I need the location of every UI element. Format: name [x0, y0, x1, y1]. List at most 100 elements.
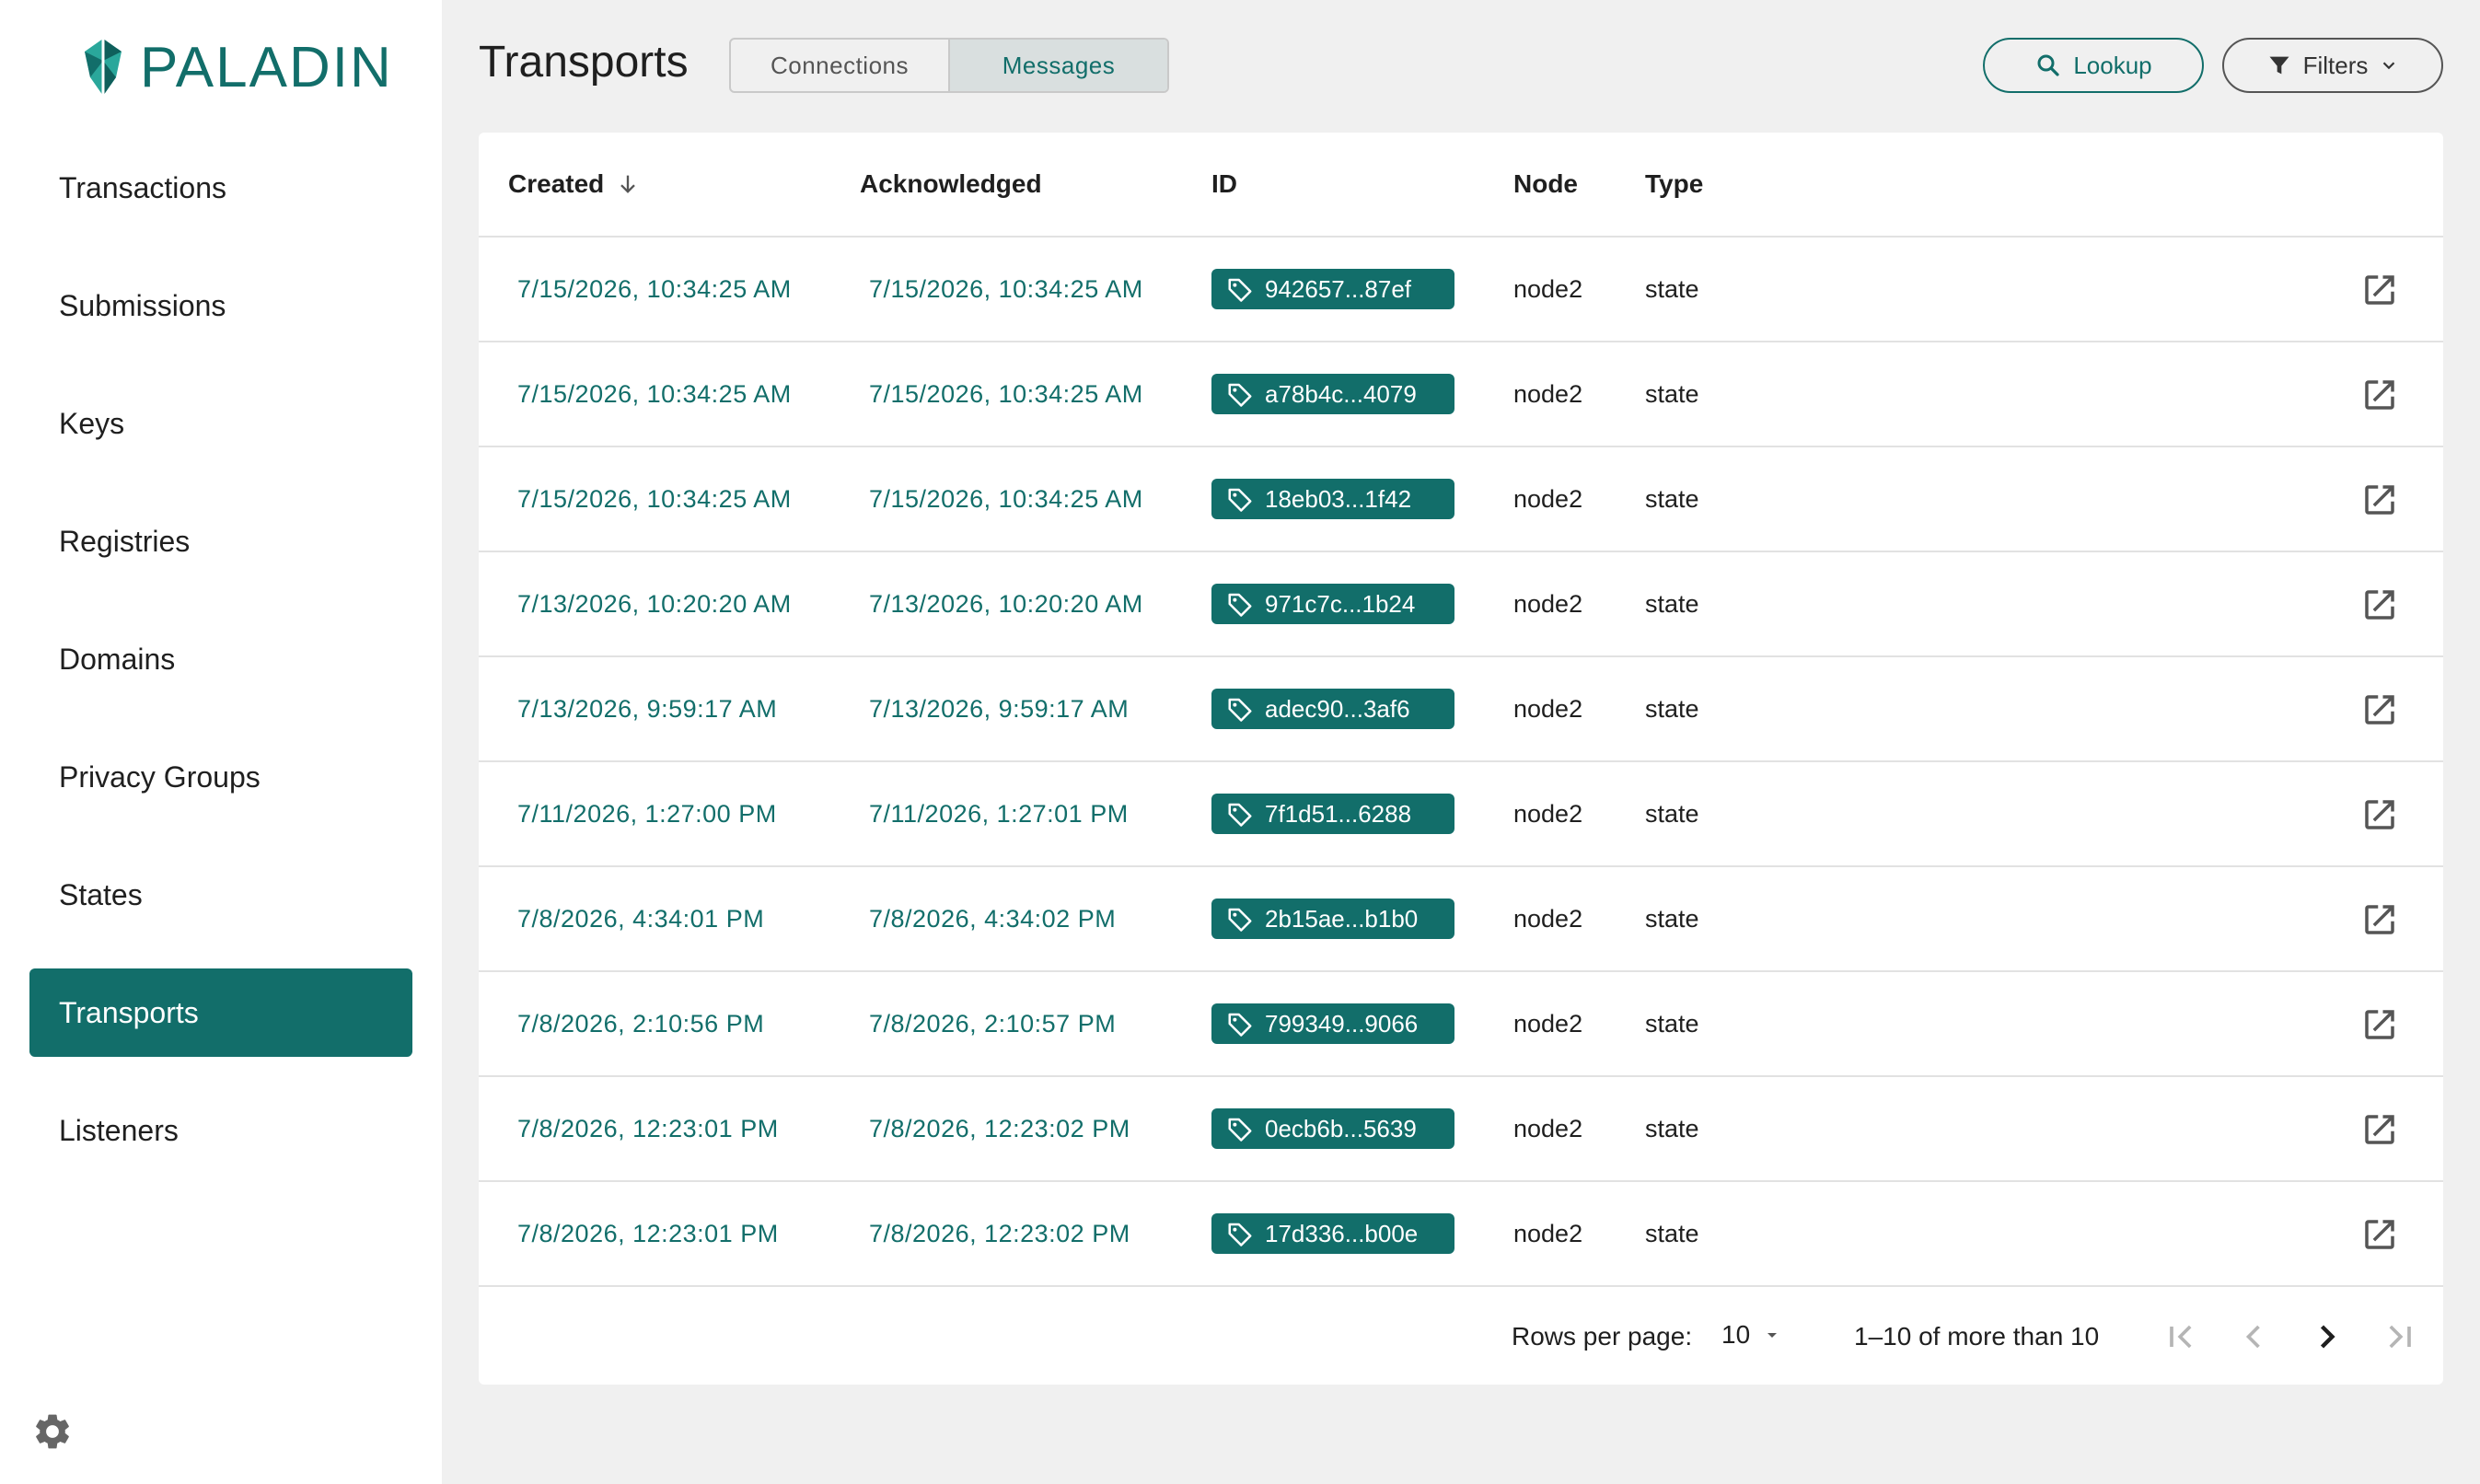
- open-in-new-icon[interactable]: [2360, 900, 2399, 939]
- sidebar-item-registries[interactable]: Registries: [29, 497, 412, 585]
- acknowledged-cell: 7/8/2026, 2:10:57 PM: [869, 1009, 1117, 1038]
- open-in-new-icon[interactable]: [2360, 795, 2399, 834]
- table-row[interactable]: 7/15/2026, 10:34:25 AM 7/15/2026, 10:34:2…: [479, 238, 2443, 342]
- id-chip[interactable]: adec90...3af6: [1211, 689, 1454, 729]
- sidebar-item-states[interactable]: States: [29, 851, 412, 939]
- table-row[interactable]: 7/11/2026, 1:27:00 PM 7/11/2026, 1:27:01 …: [479, 762, 2443, 867]
- open-in-new-icon[interactable]: [2360, 1110, 2399, 1149]
- last-page-icon[interactable]: [2379, 1316, 2419, 1357]
- open-in-new-icon[interactable]: [2360, 376, 2399, 414]
- id-chip-label: 799349...9066: [1265, 1009, 1419, 1038]
- column-id[interactable]: ID: [1211, 133, 1237, 236]
- id-chip-label: 0ecb6b...5639: [1265, 1114, 1417, 1142]
- open-in-new-icon[interactable]: [2360, 1005, 2399, 1044]
- id-chip-label: a78b4c...4079: [1265, 379, 1417, 408]
- node-cell: node2: [1513, 904, 1583, 933]
- node-cell: node2: [1513, 799, 1583, 828]
- rows-per-page-select[interactable]: 10: [1721, 1320, 1783, 1350]
- column-created-label: Created: [508, 169, 605, 198]
- table-row[interactable]: 7/15/2026, 10:34:25 AM 7/15/2026, 10:34:2…: [479, 447, 2443, 552]
- table-row[interactable]: 7/8/2026, 4:34:01 PM 7/8/2026, 4:34:02 PM…: [479, 867, 2443, 972]
- lookup-button[interactable]: Lookup: [1983, 38, 2204, 93]
- previous-page-icon[interactable]: [2233, 1316, 2274, 1357]
- lookup-label: Lookup: [2073, 51, 2152, 79]
- gear-icon[interactable]: [31, 1410, 74, 1453]
- created-cell: 7/15/2026, 10:34:25 AM: [517, 274, 792, 303]
- id-chip-label: 2b15ae...b1b0: [1265, 904, 1419, 933]
- column-acknowledged[interactable]: Acknowledged: [860, 133, 1042, 236]
- acknowledged-cell: 7/15/2026, 10:34:25 AM: [869, 274, 1143, 303]
- table-row[interactable]: 7/15/2026, 10:34:25 AM 7/15/2026, 10:34:2…: [479, 342, 2443, 447]
- tag-icon: [1228, 593, 1252, 617]
- sidebar-item-privacy-groups[interactable]: Privacy Groups: [29, 733, 412, 821]
- sidebar-item-keys[interactable]: Keys: [29, 379, 412, 468]
- type-cell: state: [1645, 589, 1699, 618]
- type-cell: state: [1645, 904, 1699, 933]
- tag-icon: [1228, 698, 1252, 722]
- sidebar-item-listeners[interactable]: Listeners: [29, 1086, 412, 1175]
- created-cell: 7/8/2026, 4:34:01 PM: [517, 904, 765, 933]
- first-page-icon[interactable]: [2161, 1316, 2202, 1357]
- type-cell: state: [1645, 274, 1699, 303]
- table-row[interactable]: 7/13/2026, 9:59:17 AM 7/13/2026, 9:59:17 …: [479, 657, 2443, 762]
- chevron-down-icon: [2383, 62, 2395, 70]
- column-created[interactable]: Created: [508, 133, 641, 236]
- table-row[interactable]: 7/8/2026, 2:10:56 PM 7/8/2026, 2:10:57 PM…: [479, 972, 2443, 1077]
- filters-button[interactable]: Filters: [2222, 38, 2443, 93]
- created-cell: 7/8/2026, 12:23:01 PM: [517, 1114, 779, 1142]
- created-cell: 7/8/2026, 12:23:01 PM: [517, 1219, 779, 1247]
- sidebar-item-submissions[interactable]: Submissions: [29, 261, 412, 350]
- acknowledged-cell: 7/8/2026, 12:23:02 PM: [869, 1114, 1130, 1142]
- table-row[interactable]: 7/8/2026, 12:23:01 PM 7/8/2026, 12:23:02 …: [479, 1077, 2443, 1182]
- column-node[interactable]: Node: [1513, 133, 1578, 236]
- messages-table: Created Acknowledged ID Node Type 7/15/2…: [479, 133, 2443, 1385]
- open-in-new-icon[interactable]: [2360, 271, 2399, 309]
- created-cell: 7/11/2026, 1:27:00 PM: [517, 799, 777, 828]
- id-chip[interactable]: 942657...87ef: [1211, 269, 1454, 309]
- type-cell: state: [1645, 484, 1699, 513]
- id-chip-label: 17d336...b00e: [1265, 1219, 1419, 1247]
- id-chip-label: 971c7c...1b24: [1265, 589, 1416, 618]
- open-in-new-icon[interactable]: [2360, 585, 2399, 624]
- table-row[interactable]: 7/8/2026, 12:23:01 PM 7/8/2026, 12:23:02 …: [479, 1182, 2443, 1287]
- created-cell: 7/13/2026, 9:59:17 AM: [517, 694, 778, 723]
- filters-label: Filters: [2302, 51, 2369, 79]
- acknowledged-cell: 7/15/2026, 10:34:25 AM: [869, 379, 1143, 408]
- open-in-new-icon[interactable]: [2360, 690, 2399, 729]
- acknowledged-cell: 7/13/2026, 9:59:17 AM: [869, 694, 1130, 723]
- type-cell: state: [1645, 1114, 1699, 1142]
- pagination: Rows per page: 10 1–10 of more than 10: [479, 1291, 2443, 1385]
- next-page-icon[interactable]: [2307, 1316, 2347, 1357]
- id-chip[interactable]: a78b4c...4079: [1211, 374, 1454, 414]
- id-chip-label: 7f1d51...6288: [1265, 799, 1412, 828]
- id-chip[interactable]: 799349...9066: [1211, 1003, 1454, 1044]
- column-type[interactable]: Type: [1645, 133, 1703, 236]
- open-in-new-icon[interactable]: [2360, 481, 2399, 519]
- logo[interactable]: PALADIN: [81, 35, 393, 99]
- rows-per-page-value: 10: [1721, 1320, 1751, 1349]
- id-chip[interactable]: 0ecb6b...5639: [1211, 1108, 1454, 1149]
- rows-per-page-label: Rows per page:: [1512, 1322, 1693, 1351]
- pagination-range: 1–10 of more than 10: [1854, 1322, 2100, 1351]
- id-chip[interactable]: 7f1d51...6288: [1211, 794, 1454, 834]
- id-chip[interactable]: 17d336...b00e: [1211, 1213, 1454, 1254]
- id-chip[interactable]: 971c7c...1b24: [1211, 584, 1454, 624]
- sidebar-item-transactions[interactable]: Transactions: [29, 144, 412, 232]
- caret-down-icon: [1767, 1333, 1778, 1338]
- open-in-new-icon[interactable]: [2360, 1215, 2399, 1254]
- sidebar-item-transports[interactable]: Transports: [29, 968, 412, 1057]
- table-row[interactable]: 7/13/2026, 10:20:20 AM 7/13/2026, 10:20:2…: [479, 552, 2443, 657]
- node-cell: node2: [1513, 379, 1583, 408]
- id-chip[interactable]: 2b15ae...b1b0: [1211, 899, 1454, 939]
- type-cell: state: [1645, 799, 1699, 828]
- node-cell: node2: [1513, 694, 1583, 723]
- tab-messages[interactable]: Messages: [948, 40, 1167, 91]
- tag-icon: [1228, 1013, 1252, 1037]
- acknowledged-cell: 7/11/2026, 1:27:01 PM: [869, 799, 1129, 828]
- tab-connections[interactable]: Connections: [731, 40, 948, 91]
- acknowledged-cell: 7/8/2026, 4:34:02 PM: [869, 904, 1117, 933]
- id-chip[interactable]: 18eb03...1f42: [1211, 479, 1454, 519]
- sort-arrow-down-icon[interactable]: [615, 171, 641, 197]
- sidebar-item-domains[interactable]: Domains: [29, 615, 412, 703]
- id-chip-label: adec90...3af6: [1265, 694, 1410, 723]
